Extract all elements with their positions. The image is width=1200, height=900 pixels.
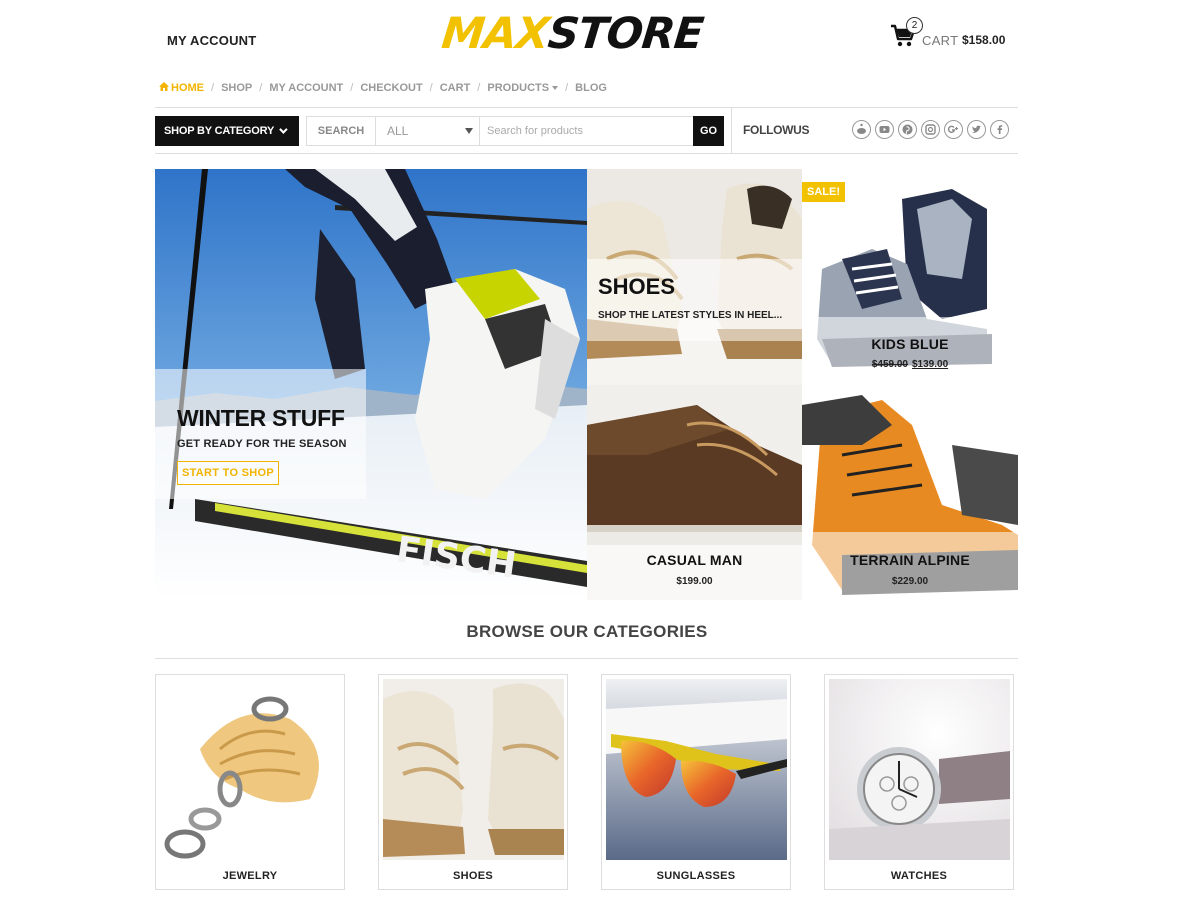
start-to-shop-button[interactable]: START TO SHOP <box>177 461 279 485</box>
nav-separator: / <box>259 82 263 94</box>
hero-title: WINTER STUFF <box>177 405 345 431</box>
category-card-jewelry[interactable]: JEWELRY <box>155 674 345 890</box>
divider <box>155 107 1018 108</box>
site-logo[interactable]: MAXSTORE <box>439 9 706 59</box>
nav-separator: / <box>429 82 433 94</box>
terrain-alpine-name: TERRAIN ALPINE <box>850 552 970 568</box>
main-nav: HOME / SHOP / MY ACCOUNT / CHECKOUT / CA… <box>159 82 607 94</box>
caret-down-icon <box>465 128 473 134</box>
category-label-jewelry: JEWELRY <box>222 870 278 882</box>
category-label-shoes: SHOES <box>452 870 493 882</box>
product-tile-terrain-alpine[interactable]: TERRAIN ALPINE $229.00 <box>802 385 1018 600</box>
shop-by-category-label: SHOP BY CATEGORY <box>164 125 275 137</box>
cart-label[interactable]: CART <box>922 33 958 48</box>
reddit-icon[interactable] <box>852 120 871 139</box>
shoes-promo-subtitle: SHOP THE LATEST STYLES IN HEEL... <box>598 310 783 321</box>
home-icon <box>159 82 169 91</box>
sunglasses-image <box>606 679 787 860</box>
search-bar: SEARCH ALL GO <box>306 116 724 146</box>
product-tile-kids-blue[interactable]: SALE! KIDS BLUE $459.00 $139.00 <box>802 169 1018 385</box>
nav-separator: / <box>211 82 215 94</box>
category-label-watches: WATCHES <box>890 870 948 882</box>
nav-cart[interactable]: CART <box>440 82 471 94</box>
chevron-down-icon <box>279 125 288 134</box>
divider <box>731 107 732 154</box>
my-account-link[interactable]: MY ACCOUNT <box>167 33 256 48</box>
google-plus-icon[interactable] <box>944 120 963 139</box>
logo-text-store: STORE <box>545 9 706 59</box>
search-category-select[interactable]: ALL <box>376 117 480 145</box>
kids-blue-sale-price: $139.00 <box>912 359 949 370</box>
search-go-button[interactable]: GO <box>693 116 724 146</box>
shoes-category-image <box>383 679 564 860</box>
nav-my-account[interactable]: MY ACCOUNT <box>269 82 343 94</box>
search-category-value: ALL <box>387 124 409 138</box>
instagram-icon[interactable] <box>921 120 940 139</box>
chevron-down-icon <box>552 86 559 91</box>
category-card-sunglasses[interactable]: SUNGLASSES <box>601 674 791 890</box>
nav-separator: / <box>565 82 569 94</box>
category-label-sunglasses: SUNGLASSES <box>656 870 736 882</box>
nav-home[interactable]: HOME <box>159 82 204 94</box>
terrain-alpine-price: $229.00 <box>891 576 929 587</box>
nav-products-label: PRODUCTS <box>487 82 550 94</box>
twitter-icon[interactable] <box>967 120 986 139</box>
search-label: SEARCH <box>307 117 376 145</box>
logo-text-max: MAX <box>439 9 551 59</box>
follow-us-label: FOLLOWUS <box>743 123 810 137</box>
hero-banner[interactable]: FISCH WINTER STUFF GET READY FOR THE SEA… <box>155 169 587 600</box>
casual-man-price: $199.00 <box>676 576 713 587</box>
jewelry-image <box>160 679 341 860</box>
category-card-watches[interactable]: WATCHES <box>824 674 1014 890</box>
cart-total[interactable]: $158.00 <box>962 33 1005 47</box>
nav-separator: / <box>477 82 481 94</box>
facebook-icon[interactable] <box>990 120 1009 139</box>
watches-image <box>829 679 1010 860</box>
nav-products[interactable]: PRODUCTS <box>487 82 559 94</box>
nav-checkout[interactable]: CHECKOUT <box>360 82 422 94</box>
pinterest-icon[interactable] <box>898 120 917 139</box>
nav-home-label: HOME <box>171 82 204 94</box>
category-card-shoes[interactable]: SHOES <box>378 674 568 890</box>
sale-badge: SALE! <box>802 182 845 202</box>
shop-by-category-button[interactable]: SHOP BY CATEGORY <box>155 116 299 146</box>
divider <box>155 153 1018 154</box>
promo-shoes-tile[interactable]: SHOES SHOP THE LATEST STYLES IN HEEL... <box>587 169 802 385</box>
nav-separator: / <box>350 82 354 94</box>
cart-count-badge: 2 <box>906 17 923 34</box>
nav-blog[interactable]: BLOG <box>575 82 607 94</box>
divider <box>155 658 1018 659</box>
shoes-promo-title: SHOES <box>598 274 676 299</box>
nav-shop[interactable]: SHOP <box>221 82 252 94</box>
kids-blue-old-price: $459.00 <box>871 359 908 370</box>
casual-man-name: CASUAL MAN <box>646 552 743 568</box>
hero-subtitle: GET READY FOR THE SEASON <box>177 438 347 450</box>
search-input[interactable] <box>480 117 693 145</box>
shoes-caption-panel <box>587 259 802 341</box>
browse-categories-heading: BROWSE OUR CATEGORIES <box>466 622 708 641</box>
product-tile-casual-man[interactable]: CASUAL MAN $199.00 <box>587 385 802 600</box>
kids-blue-name: KIDS BLUE <box>871 336 949 352</box>
youtube-icon[interactable] <box>875 120 894 139</box>
kids-blue-price: $459.00 $139.00 <box>802 359 1018 370</box>
social-links <box>852 120 1009 139</box>
